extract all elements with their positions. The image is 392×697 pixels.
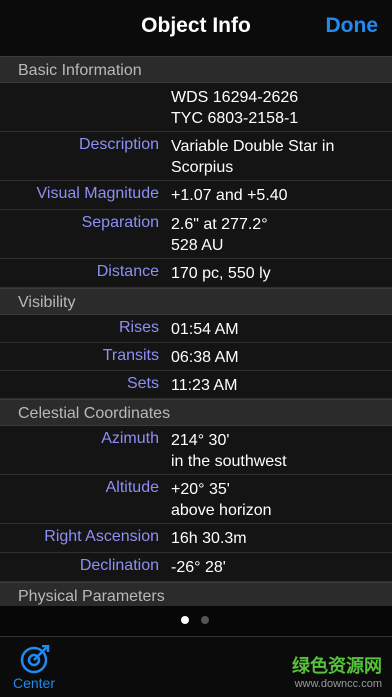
watermark-url: www.downcc.com [294, 678, 382, 690]
row-value-declination: -26° 28' [171, 559, 226, 576]
row-label-separation: Separation [81, 214, 159, 231]
row-value-separation: 2.6" at 277.2° 528 AU [171, 216, 268, 254]
row-label-altitude: Altitude [105, 479, 159, 496]
row-label-transits: Transits [102, 347, 159, 364]
row-label-right-ascension: Right Ascension [44, 528, 159, 545]
list-item-catalog-ids: WDS 16294-2626 TYC 6803-2158-1 [0, 83, 392, 132]
row-value-sets: 11:23 AM [171, 377, 238, 394]
row-value-right-ascension: 16h 30.3m [171, 530, 247, 547]
row-value-catalog-ids: WDS 16294-2626 TYC 6803-2158-1 [171, 89, 299, 127]
section-header-visibility: Visibility [0, 288, 392, 315]
page-control[interactable] [0, 606, 392, 636]
section-header-physical-parameters: Physical Parameters [0, 582, 392, 609]
list-item-declination: Declination -26° 28' [0, 553, 392, 582]
list-item-altitude: Altitude +20° 35' above horizon [0, 475, 392, 524]
row-value-visual-magnitude: +1.07 and +5.40 [171, 187, 288, 204]
row-value-rises: 01:54 AM [171, 321, 239, 338]
done-button[interactable]: Done [326, 14, 379, 38]
page-dot-active[interactable] [181, 616, 189, 624]
list-item-rises: Rises 01:54 AM [0, 315, 392, 343]
row-value-transits: 06:38 AM [171, 349, 239, 366]
center-label: Center [12, 675, 56, 691]
target-icon [20, 645, 50, 674]
row-label-distance: Distance [96, 263, 159, 280]
navigation-bar: Object Info Done [0, 0, 392, 56]
list-item-transits: Transits 06:38 AM [0, 343, 392, 371]
section-header-celestial-coordinates: Celestial Coordinates [0, 399, 392, 426]
row-label-description: Description [78, 136, 159, 153]
row-label-rises: Rises [118, 319, 159, 336]
section-header-basic-information: Basic Information [0, 56, 392, 83]
list-item-right-ascension: Right Ascension 16h 30.3m [0, 524, 392, 553]
page-dot-inactive[interactable] [201, 616, 209, 624]
row-value-description: Variable Double Star in Scorpius [171, 138, 335, 176]
watermark: 绿色资源网 www.downcc.com [242, 652, 382, 690]
watermark-text: 绿色资源网 [292, 656, 382, 676]
list-item-separation: Separation 2.6" at 277.2° 528 AU [0, 210, 392, 259]
row-label-sets: Sets [126, 375, 159, 392]
list-item-sets: Sets 11:23 AM [0, 371, 392, 399]
row-label-visual-magnitude: Visual Magnitude [36, 185, 159, 202]
list-item-distance: Distance 170 pc, 550 ly [0, 259, 392, 288]
row-value-altitude: +20° 35' above horizon [171, 481, 272, 519]
row-value-azimuth: 214° 30' in the southwest [171, 432, 287, 470]
row-label-azimuth: Azimuth [101, 430, 159, 447]
center-button[interactable]: Center [8, 645, 60, 695]
list-item-visual-magnitude: Visual Magnitude +1.07 and +5.40 [0, 181, 392, 210]
row-value-distance: 170 pc, 550 ly [171, 265, 271, 282]
list-item-description: Description Variable Double Star in Scor… [0, 132, 392, 181]
object-info-list[interactable]: Basic Information WDS 16294-2626 TYC 680… [0, 56, 392, 609]
list-item-azimuth: Azimuth 214° 30' in the southwest [0, 426, 392, 475]
row-label-declination: Declination [79, 557, 159, 574]
